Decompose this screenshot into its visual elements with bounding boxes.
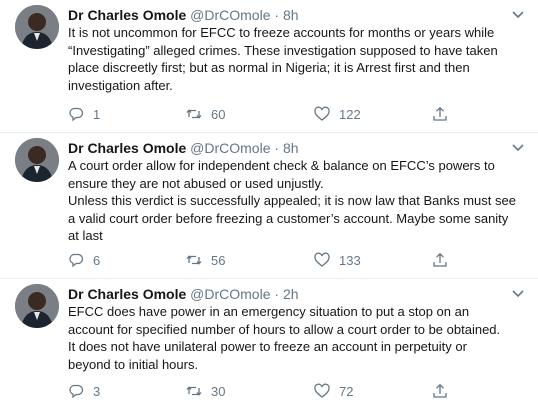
tweet-text: It is not uncommon for EFCC to freeze ac… [68, 25, 498, 93]
avatar[interactable] [15, 138, 59, 182]
tweet-header: Dr Charles Omole @DrCOmole · 8h [68, 6, 299, 24]
author-name[interactable]: Dr Charles Omole [68, 286, 186, 302]
like-count: 72 [339, 383, 354, 399]
reply-button[interactable]: 3 [68, 381, 100, 401]
share-button[interactable] [432, 104, 457, 124]
separator: · [274, 286, 280, 302]
tweet-2[interactable]: Dr Charles Omole @DrCOmole · 8h A court … [0, 133, 538, 279]
tweet-actions: 6 56 133 [68, 250, 498, 270]
like-icon [314, 383, 330, 398]
share-button[interactable] [432, 250, 457, 270]
separator: · [274, 7, 280, 23]
reply-count: 1 [93, 106, 101, 122]
reply-button[interactable]: 6 [68, 250, 100, 270]
timestamp[interactable]: 2h [283, 286, 299, 302]
tweet-1[interactable]: Dr Charles Omole @DrCOmole · 8h It is no… [0, 0, 538, 133]
retweet-button[interactable]: 60 [186, 104, 225, 124]
retweet-icon [186, 255, 202, 265]
author-handle[interactable]: @DrCOmole [190, 286, 270, 302]
like-count: 122 [339, 106, 361, 122]
like-count: 133 [339, 252, 361, 268]
share-icon [433, 252, 447, 267]
retweet-icon [186, 109, 202, 119]
tweet-text: EFCC does have power in an emergency sit… [68, 304, 501, 372]
share-button[interactable] [432, 381, 457, 401]
avatar[interactable] [15, 5, 59, 49]
author-name[interactable]: Dr Charles Omole [68, 140, 186, 156]
retweet-count: 56 [211, 252, 226, 268]
reply-count: 6 [93, 252, 101, 268]
tweet-text: A court order allow for independent chec… [68, 158, 516, 243]
reply-icon [69, 384, 84, 399]
chevron-down-icon[interactable] [510, 287, 526, 301]
retweet-button[interactable]: 30 [186, 381, 225, 401]
share-icon [433, 106, 447, 121]
tweet-header: Dr Charles Omole @DrCOmole · 2h [68, 285, 299, 303]
timestamp[interactable]: 8h [283, 140, 299, 156]
chevron-down-icon[interactable] [510, 8, 526, 22]
retweet-icon [186, 386, 202, 396]
reply-icon [69, 107, 84, 122]
timestamp[interactable]: 8h [283, 7, 299, 23]
tweet-actions: 1 60 122 [68, 104, 498, 124]
share-icon [433, 383, 447, 398]
retweet-count: 60 [211, 106, 226, 122]
like-button[interactable]: 122 [314, 104, 361, 124]
like-icon [314, 106, 330, 121]
retweet-button[interactable]: 56 [186, 250, 225, 270]
reply-icon [69, 253, 84, 268]
reply-count: 3 [93, 383, 101, 399]
retweet-count: 30 [211, 383, 226, 399]
author-handle[interactable]: @DrCOmole [190, 140, 270, 156]
like-button[interactable]: 72 [314, 381, 353, 401]
like-button[interactable]: 133 [314, 250, 361, 270]
tweet-3[interactable]: Dr Charles Omole @DrCOmole · 2h EFCC doe… [0, 279, 538, 418]
reply-button[interactable]: 1 [68, 104, 100, 124]
like-icon [314, 252, 330, 267]
chevron-down-icon[interactable] [510, 141, 526, 155]
avatar[interactable] [15, 284, 59, 328]
author-name[interactable]: Dr Charles Omole [68, 7, 186, 23]
tweet-header: Dr Charles Omole @DrCOmole · 8h [68, 139, 299, 157]
tweet-actions: 3 30 72 [68, 381, 498, 401]
separator: · [274, 140, 280, 156]
author-handle[interactable]: @DrCOmole [190, 7, 270, 23]
